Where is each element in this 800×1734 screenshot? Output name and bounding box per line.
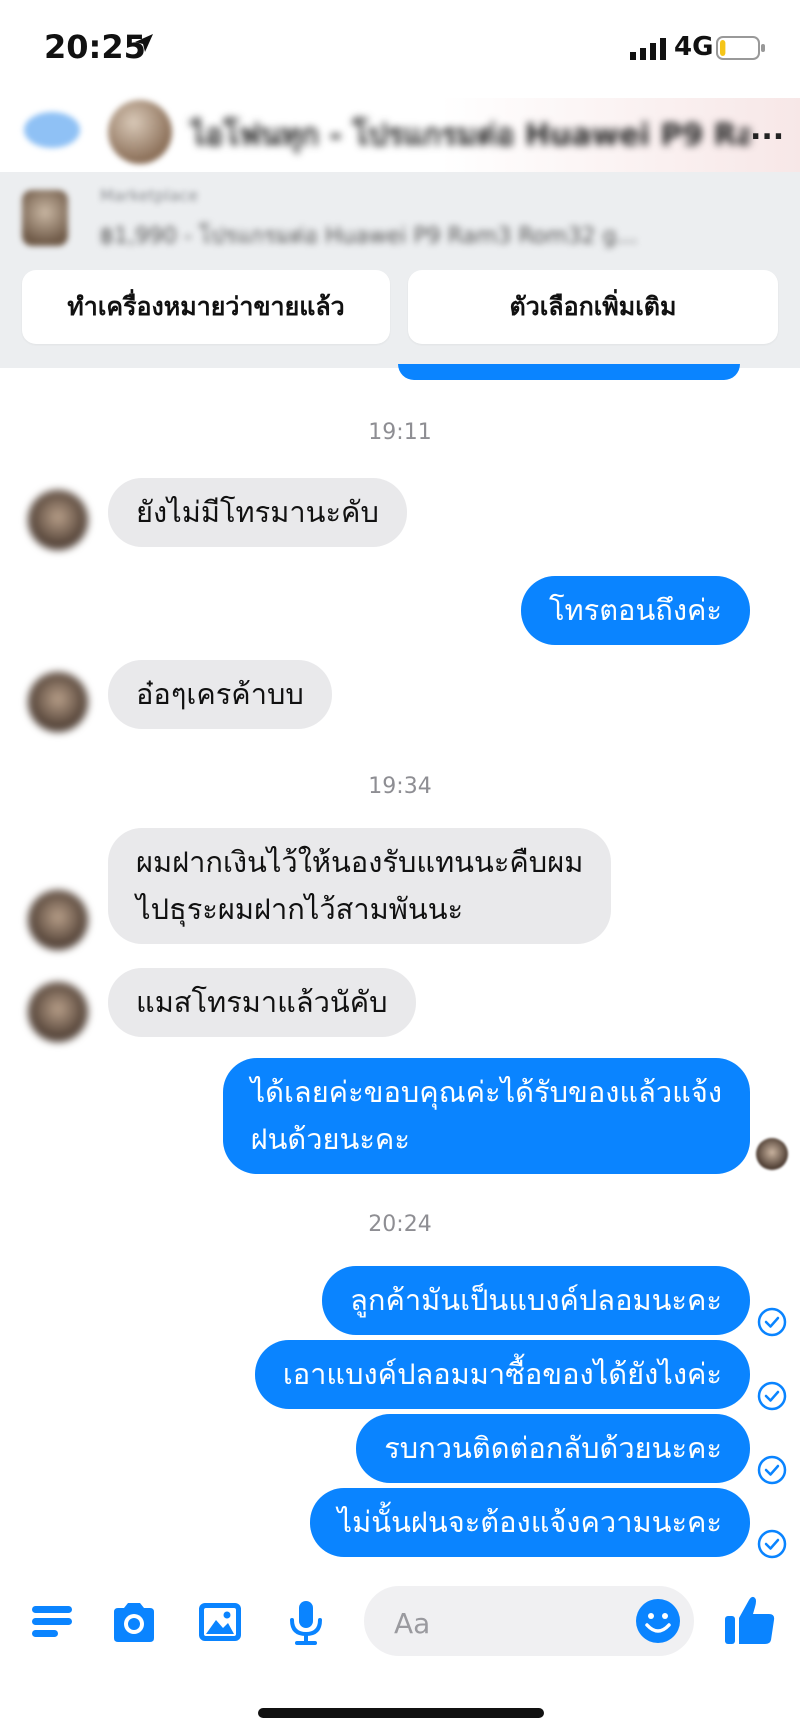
listing-title[interactable]: ฿1,990 - โปรแกรมต่อ Huawei P9 Ram3 Rom32…: [100, 218, 760, 253]
thumbs-up-icon[interactable]: [722, 1592, 778, 1648]
message-incoming: อ๋อๆเครค้าบบ: [108, 660, 332, 729]
message-outgoing: โทรตอนถึงค่ะ: [520, 576, 750, 645]
sender-avatar[interactable]: [28, 490, 88, 550]
contact-avatar[interactable]: [108, 100, 172, 164]
message-outgoing: ลูกค้ามันเป็นแบงค์ปลอมนะคะ: [322, 1266, 750, 1335]
sender-avatar[interactable]: [28, 672, 88, 732]
status-bar: 20:25 4G: [0, 0, 800, 98]
timestamp: 19:11: [368, 420, 432, 445]
check-circle-icon: [757, 1455, 787, 1485]
check-circle-icon: [757, 1381, 787, 1411]
location-arrow-icon: [135, 34, 153, 52]
listing-seller: Marketplace: [100, 186, 199, 205]
back-button[interactable]: [22, 108, 82, 152]
message-incoming: แมสโทรมาแล้วนัคับ: [108, 968, 416, 1037]
message-input[interactable]: [392, 1604, 626, 1642]
message-outgoing: รบกวนติดต่อกลับด้วยนะคะ: [356, 1414, 750, 1483]
menu-icon[interactable]: [28, 1598, 76, 1646]
timestamp: 19:34: [368, 774, 432, 799]
camera-icon[interactable]: [110, 1598, 158, 1646]
battery-icon: [716, 36, 765, 60]
read-receipt-avatar: [756, 1138, 788, 1170]
message-outgoing: ไม่นั้นฝนจะต้องแจ้งความนะคะ: [309, 1488, 750, 1557]
message-outgoing: เอาแบงค์ปลอมมาซื้อของได้ยังไงค่ะ: [254, 1340, 750, 1409]
image-icon[interactable]: [196, 1598, 244, 1646]
home-indicator: [258, 1708, 544, 1718]
listing-thumbnail[interactable]: [22, 190, 68, 246]
conversation-title[interactable]: ไอโฟนทุก - โปรแกรมต่อ Huawei P9 Ram: [190, 112, 750, 159]
sender-avatar[interactable]: [28, 890, 88, 950]
message-outgoing: ได้เลยค่ะขอบคุณค่ะได้รับของแล้วแจ้ง ฝนด้…: [222, 1058, 750, 1174]
microphone-icon[interactable]: [282, 1598, 330, 1646]
timestamp: 20:24: [368, 1212, 432, 1237]
status-time: 20:25: [44, 28, 146, 66]
message-incoming: ยังไม่มีโทรมานะคับ: [108, 478, 407, 547]
more-options-button[interactable]: ตัวเลือกเพิ่มเติม: [408, 270, 778, 344]
mark-as-sold-button[interactable]: ทำเครื่องหมายว่าขายแล้ว: [22, 270, 390, 344]
previous-message-bubble: [398, 364, 740, 380]
network-type: 4G: [674, 32, 714, 62]
check-circle-icon: [757, 1307, 787, 1337]
signal-icon: [630, 38, 666, 60]
message-incoming: ผมฝากเงินไว้ให้นองรับแทนนะคืบผม ไปธุระผม…: [108, 828, 612, 944]
sender-avatar[interactable]: [28, 982, 88, 1042]
check-circle-icon: [757, 1529, 787, 1559]
emoji-icon[interactable]: [634, 1597, 682, 1645]
title-ellipsis: ...: [750, 112, 785, 147]
